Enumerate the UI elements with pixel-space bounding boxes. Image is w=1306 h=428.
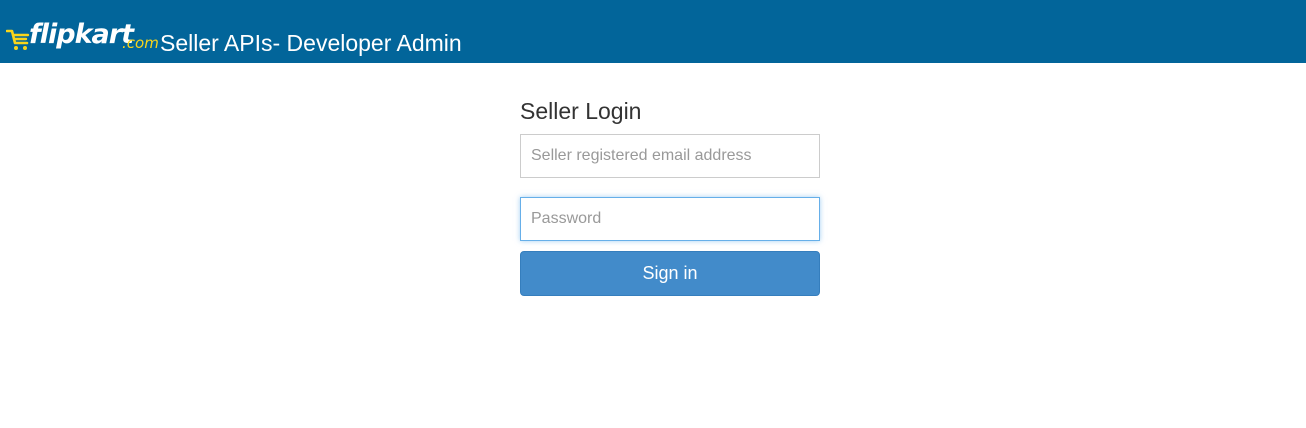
logo-wordmark: flipkart bbox=[29, 19, 134, 50]
sign-in-button[interactable]: Sign in bbox=[520, 251, 820, 296]
flipkart-logo[interactable]: flipkart .com bbox=[6, 18, 159, 58]
email-field[interactable] bbox=[520, 134, 820, 178]
password-field[interactable] bbox=[520, 197, 820, 241]
cart-icon bbox=[6, 29, 30, 50]
header-bar: flipkart .com Seller APIs- Developer Adm… bbox=[0, 0, 1306, 63]
login-title: Seller Login bbox=[520, 98, 642, 124]
login-form: Seller Login Sign in bbox=[520, 96, 820, 296]
app-title: Seller APIs- Developer Admin bbox=[160, 30, 462, 56]
logo-suffix: .com bbox=[122, 34, 159, 52]
